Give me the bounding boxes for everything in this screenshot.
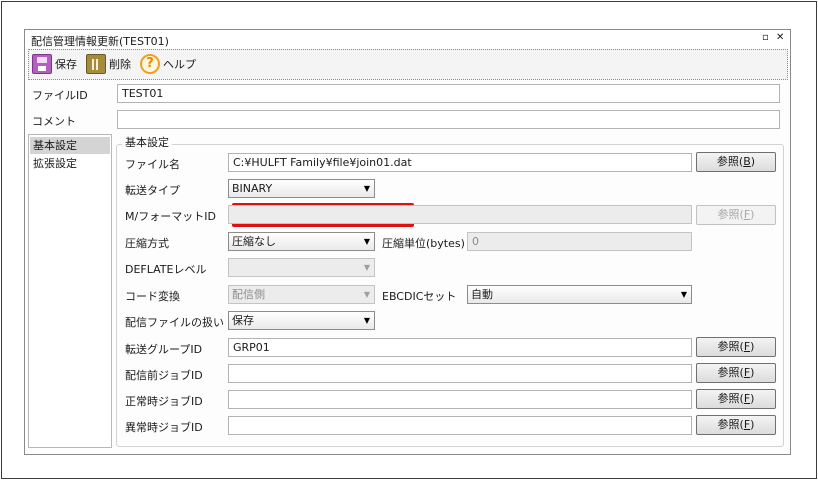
save-label: 保存 xyxy=(55,58,77,71)
group-id-field[interactable]: GRP01 xyxy=(228,338,692,357)
transfer-type-label: 転送タイプ xyxy=(125,184,180,197)
save-button[interactable]: 保存 xyxy=(32,53,77,75)
compress-unit-label: 圧縮単位(bytes) xyxy=(382,237,465,250)
settings-nav: 基本設定 拡張設定 xyxy=(28,134,112,448)
file-id-label: ファイルID xyxy=(32,89,88,102)
comment-label: コメント xyxy=(32,115,76,128)
format-id-label: M/フォーマットID xyxy=(125,210,216,223)
ebcdic-value: 自動 xyxy=(471,288,493,301)
browse-normal-job-button[interactable]: 参照(F) xyxy=(696,389,776,409)
deflate-label: DEFLATEレベル xyxy=(125,263,207,276)
error-job-label: 異常時ジョブID xyxy=(125,421,203,434)
normal-job-label: 正常時ジョブID xyxy=(125,395,203,408)
file-handling-label: 配信ファイルの扱い xyxy=(125,316,224,329)
pre-job-label: 配信前ジョブID xyxy=(125,369,203,382)
chevron-down-icon: ▼ xyxy=(363,290,370,299)
file-handling-value: 保存 xyxy=(232,314,254,327)
chevron-down-icon: ▼ xyxy=(363,184,370,193)
ebcdic-label: EBCDICセット xyxy=(382,290,457,303)
transfer-type-value: BINARY xyxy=(232,182,273,195)
code-conversion-select: 配信側 ▼ xyxy=(228,285,375,304)
file-name-label: ファイル名 xyxy=(125,158,180,171)
save-icon xyxy=(32,54,52,74)
browse-group-button[interactable]: 参照(F) xyxy=(696,337,776,357)
compress-select[interactable]: 圧縮なし ▼ xyxy=(228,232,375,251)
help-icon: ? xyxy=(140,54,160,74)
compress-value: 圧縮なし xyxy=(232,235,276,248)
window-title: 配信管理情報更新(TEST01) xyxy=(31,35,169,48)
browse-file-button[interactable]: 参照(B) xyxy=(696,152,776,172)
help-button[interactable]: ? ヘルプ xyxy=(140,53,196,75)
file-name-field[interactable]: C:¥HULFT Family¥file¥join01.dat xyxy=(228,153,692,172)
nav-item-extended[interactable]: 拡張設定 xyxy=(30,155,110,172)
delete-button[interactable]: 削除 xyxy=(86,53,131,75)
basic-settings-group-label: 基本設定 xyxy=(122,134,172,150)
format-id-field xyxy=(228,205,692,224)
file-handling-select[interactable]: 保存 ▼ xyxy=(228,311,375,330)
deflate-select: ▼ xyxy=(228,258,375,277)
pre-job-field[interactable] xyxy=(228,364,692,383)
ebcdic-select[interactable]: 自動 ▼ xyxy=(467,285,692,304)
browse-error-job-button[interactable]: 参照(F) xyxy=(696,415,776,435)
restore-icon[interactable]: ▫ xyxy=(762,32,769,44)
chevron-down-icon: ▼ xyxy=(363,237,370,246)
compress-label: 圧縮方式 xyxy=(125,237,169,250)
file-id-field[interactable]: TEST01 xyxy=(117,84,780,103)
chevron-down-icon: ▼ xyxy=(680,290,687,299)
chevron-down-icon: ▼ xyxy=(363,263,370,272)
delete-label: 削除 xyxy=(109,58,131,71)
trash-icon xyxy=(86,54,106,74)
close-icon[interactable]: ✕ xyxy=(776,32,784,44)
toolbar: 保存 削除 ? ヘルプ xyxy=(28,49,788,80)
transfer-type-select[interactable]: BINARY ▼ xyxy=(228,179,375,198)
browse-format-button: 参照(F) xyxy=(696,205,776,225)
compress-unit-field: 0 xyxy=(467,232,692,251)
title-bar: 配信管理情報更新(TEST01) ▫ ✕ xyxy=(25,30,790,48)
error-job-field[interactable] xyxy=(228,416,692,435)
group-id-label: 転送グループID xyxy=(125,343,203,356)
code-conversion-value: 配信側 xyxy=(232,288,265,301)
edit-window: 配信管理情報更新(TEST01) ▫ ✕ 保存 削除 ? ヘルプ ファイルID … xyxy=(24,29,791,455)
normal-job-field[interactable] xyxy=(228,390,692,409)
chevron-down-icon: ▼ xyxy=(363,316,370,325)
help-label: ヘルプ xyxy=(163,58,196,71)
comment-field[interactable] xyxy=(117,110,780,129)
code-conversion-label: コード変換 xyxy=(125,290,180,303)
nav-item-basic[interactable]: 基本設定 xyxy=(30,137,110,154)
browse-pre-job-button[interactable]: 参照(F) xyxy=(696,363,776,383)
